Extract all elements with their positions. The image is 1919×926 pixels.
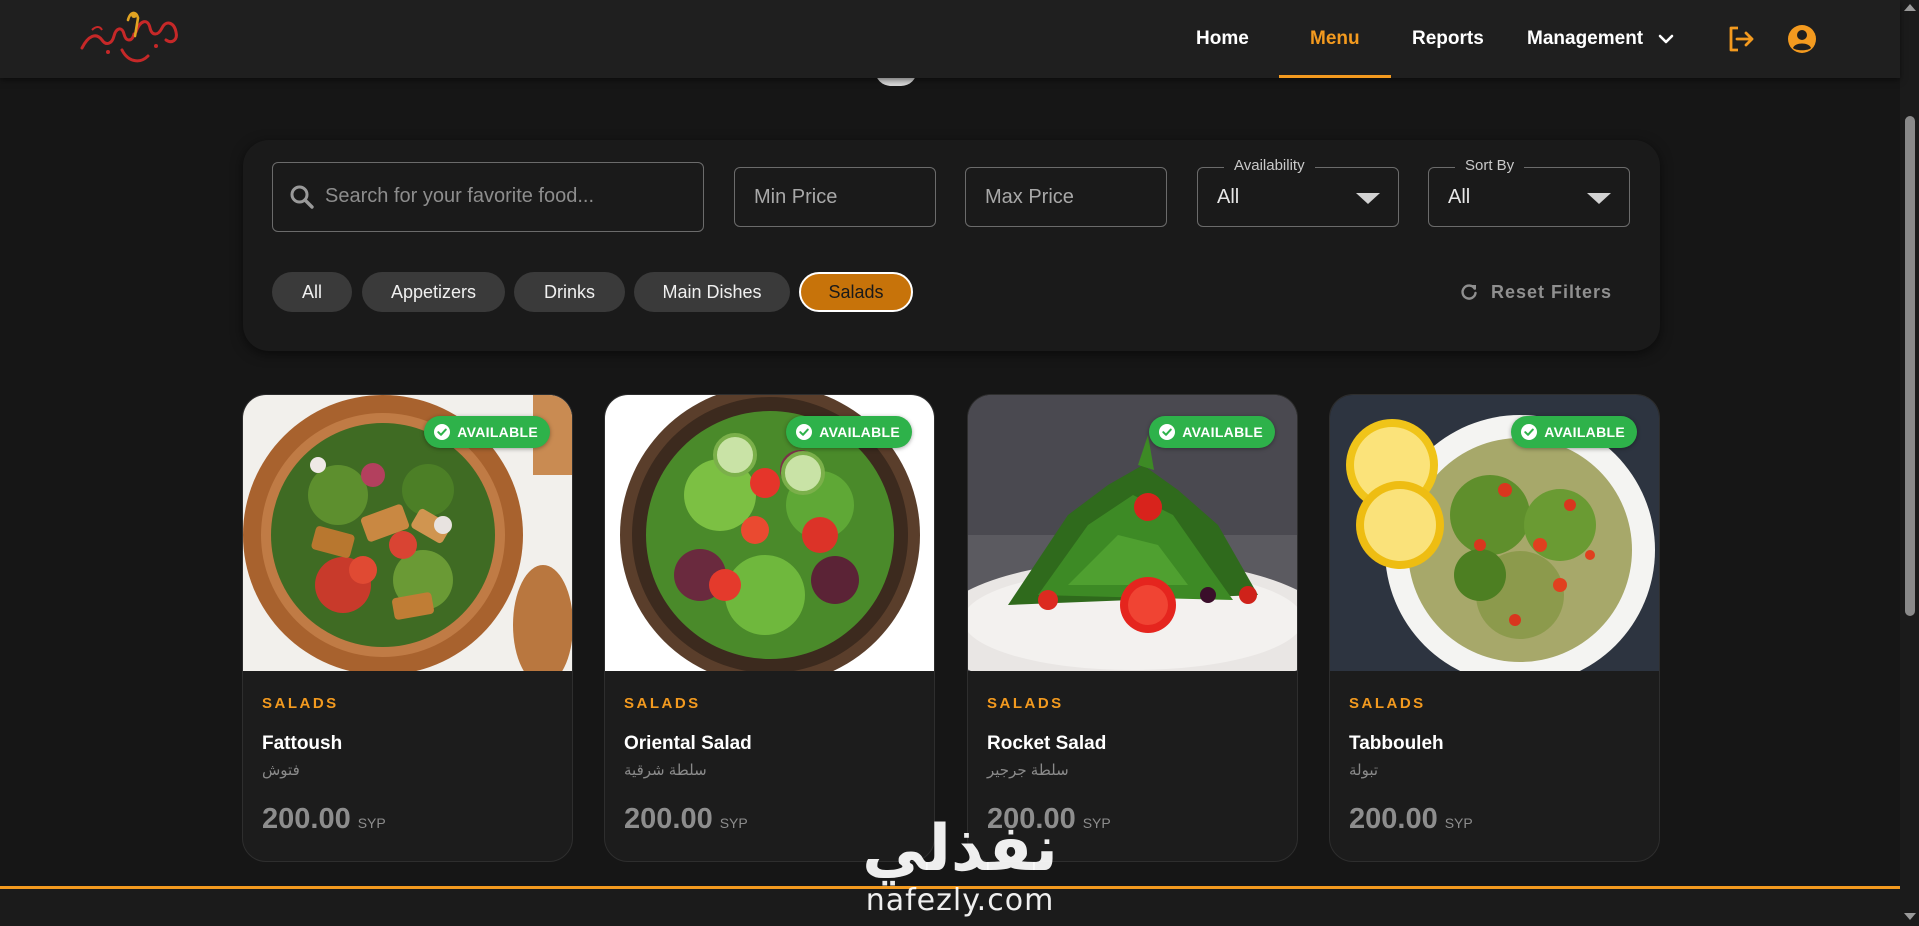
check-circle-icon (434, 424, 451, 440)
max-price-field[interactable] (965, 167, 1167, 227)
scrollbar-thumb[interactable] (1905, 116, 1915, 616)
max-price-input[interactable] (966, 168, 1166, 226)
product-price-row: 200.00 SYP (262, 803, 386, 836)
availability-label: AVAILABLE (457, 424, 538, 440)
search-icon (289, 184, 315, 210)
check-circle-icon (796, 424, 813, 440)
product-name-arabic: تبولة (1349, 762, 1379, 779)
refresh-icon (1459, 282, 1479, 302)
caret-down-icon (1587, 193, 1611, 204)
logo-calligraphy-icon (80, 11, 178, 63)
product-name-arabic: فتوش (262, 762, 300, 779)
watermark-arabic-text: نفذلي (862, 812, 1058, 886)
product-category: SALADS (624, 695, 701, 712)
check-circle-icon (1159, 424, 1176, 440)
product-name-arabic: سلطة شرقية (624, 762, 707, 779)
product-currency: SYP (357, 815, 386, 831)
reset-filters-button[interactable]: Reset Filters (1459, 278, 1612, 306)
nav-reports[interactable]: Reports (1412, 0, 1484, 78)
availability-badge: AVAILABLE (1511, 416, 1637, 448)
nav-management[interactable]: Management (1527, 0, 1643, 78)
product-name: Fattoush (262, 733, 343, 754)
category-chip-drinks[interactable]: Drinks (514, 272, 625, 312)
product-name: Rocket Salad (987, 733, 1107, 754)
product-card-rocket-salad[interactable]: AVAILABLE SALADS Rocket Salad سلطة جرجير… (967, 394, 1298, 862)
product-price: 200.00 (624, 803, 713, 835)
category-chip-all[interactable]: All (272, 272, 352, 312)
product-name: Tabbouleh (1349, 733, 1444, 754)
scroll-up-arrow-icon[interactable] (1904, 4, 1916, 11)
product-name-arabic: سلطة جرجير (987, 762, 1069, 779)
category-chip-main-dishes[interactable]: Main Dishes (634, 272, 790, 312)
product-name: Oriental Salad (624, 733, 752, 754)
category-chip-salads[interactable]: Salads (799, 272, 913, 312)
availability-label: AVAILABLE (1182, 424, 1263, 440)
chevron-down-icon[interactable] (1655, 28, 1677, 50)
watermark-latin-text: nafezly.com (865, 883, 1055, 918)
sort-by-value: All (1448, 186, 1471, 208)
product-currency: SYP (1082, 815, 1111, 831)
min-price-input[interactable] (735, 168, 935, 226)
availability-label: AVAILABLE (819, 424, 900, 440)
search-input[interactable] (325, 163, 695, 230)
availability-label: AVAILABLE (1544, 424, 1625, 440)
nav-home[interactable]: Home (1196, 0, 1249, 78)
product-category: SALADS (987, 695, 1064, 712)
category-chip-appetizers[interactable]: Appetizers (362, 272, 505, 312)
search-box[interactable] (272, 162, 704, 232)
product-currency: SYP (719, 815, 748, 831)
product-price: 200.00 (1349, 803, 1438, 835)
product-card-oriental-salad[interactable]: AVAILABLE SALADS Oriental Salad سلطة شرق… (604, 394, 935, 862)
product-card-tabbouleh[interactable]: AVAILABLE SALADS Tabbouleh تبولة 200.00 … (1329, 394, 1660, 862)
product-category: SALADS (262, 695, 339, 712)
availability-badge: AVAILABLE (1149, 416, 1275, 448)
product-currency: SYP (1444, 815, 1473, 831)
product-card-fattoush[interactable]: AVAILABLE SALADS Fattoush فتوش 200.00 SY… (242, 394, 573, 862)
account-circle-icon[interactable] (1786, 23, 1818, 55)
nav-active-indicator (1279, 75, 1391, 78)
sort-by-label: Sort By (1455, 157, 1525, 175)
scroll-down-arrow-icon[interactable] (1904, 913, 1916, 920)
availability-select[interactable]: Availability All (1197, 157, 1399, 227)
caret-down-icon (1356, 193, 1380, 204)
sort-by-select[interactable]: Sort By All (1428, 157, 1630, 227)
logout-icon[interactable] (1725, 23, 1757, 55)
watermark: نفذلي nafezly.com (845, 814, 1075, 926)
brand-logo[interactable] (78, 6, 184, 68)
nav-menu[interactable]: Menu (1310, 0, 1360, 78)
product-price: 200.00 (262, 803, 351, 835)
navbar: Home Menu Reports Management (0, 0, 1900, 78)
availability-value: All (1217, 186, 1240, 208)
page: Home Menu Reports Management Search for … (0, 0, 1919, 926)
min-price-field[interactable] (734, 167, 936, 227)
availability-label: Availability (1224, 157, 1315, 175)
product-price-row: 200.00 SYP (624, 803, 748, 836)
availability-badge: AVAILABLE (786, 416, 912, 448)
reset-filters-label: Reset Filters (1491, 281, 1613, 302)
check-circle-icon (1521, 424, 1538, 440)
product-price-row: 200.00 SYP (1349, 803, 1473, 836)
product-category: SALADS (1349, 695, 1426, 712)
availability-badge: AVAILABLE (424, 416, 550, 448)
